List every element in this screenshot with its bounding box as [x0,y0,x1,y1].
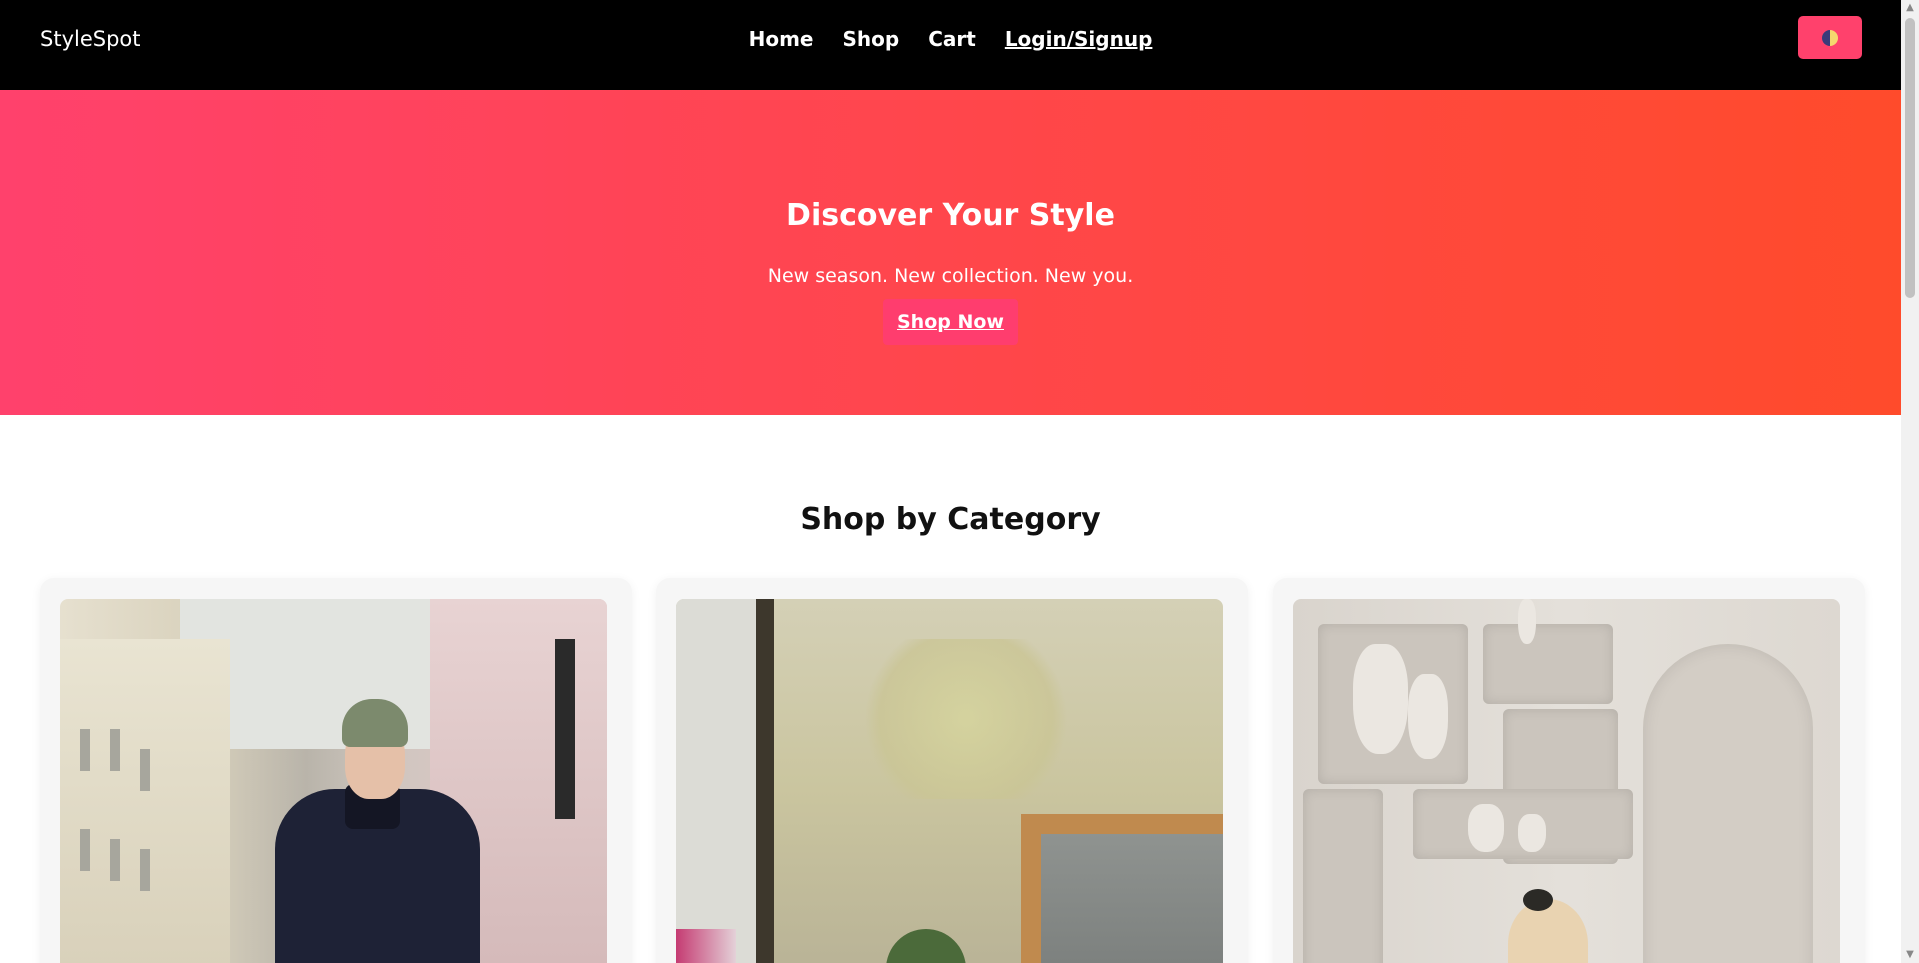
nav-link-shop[interactable]: Shop [843,27,900,51]
shop-now-button[interactable]: Shop Now [883,299,1018,345]
page: StyleSpot Home Shop Cart Login/Signup Di… [0,0,1901,963]
hero-subtitle: New season. New collection. New you. [767,265,1134,287]
nav-link-cart[interactable]: Cart [928,27,976,51]
category-card-3[interactable] [1273,578,1865,963]
category-card-1[interactable] [40,578,632,963]
hero-banner: Discover Your Style New season. New coll… [0,90,1901,415]
category-section-title: Shop by Category [800,502,1101,537]
scroll-thumb[interactable] [1905,18,1915,298]
nav-links: Home Shop Cart Login/Signup [0,27,1901,51]
category-image-boutique[interactable] [676,599,1223,963]
vertical-scrollbar[interactable]: ▲ ▼ [1901,0,1919,963]
hero-title: Discover Your Style [786,198,1115,233]
category-image-home-decor[interactable] [1293,599,1840,963]
browser-viewport: StyleSpot Home Shop Cart Login/Signup Di… [0,0,1919,963]
navbar: StyleSpot Home Shop Cart Login/Signup [0,0,1901,90]
theme-toggle-button[interactable] [1798,16,1862,59]
category-image-street-fashion[interactable] [60,599,607,963]
scroll-up-icon[interactable]: ▲ [1904,2,1916,14]
category-card-2[interactable] [656,578,1248,963]
nav-link-login-signup[interactable]: Login/Signup [1005,27,1153,51]
scroll-down-icon[interactable]: ▼ [1904,949,1916,961]
half-moon-icon [1822,29,1838,46]
nav-link-home[interactable]: Home [749,27,814,51]
